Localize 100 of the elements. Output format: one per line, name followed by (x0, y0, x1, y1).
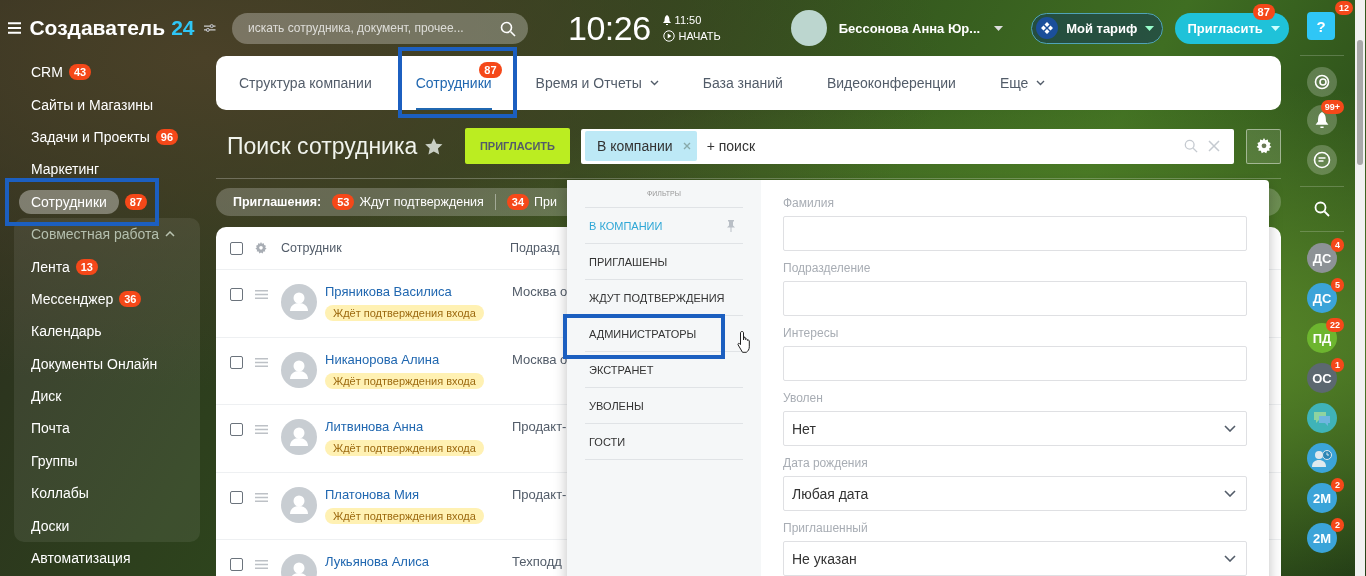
copilot-button[interactable] (1307, 67, 1337, 97)
search-icon[interactable] (500, 20, 516, 37)
count-badge: 2 (1331, 518, 1344, 532)
sidebar-item[interactable]: Коллабы (31, 485, 89, 502)
tab[interactable]: Время и Отчеты (535, 56, 659, 110)
drag-handle-icon[interactable] (255, 357, 268, 367)
count-badge: 87 (479, 62, 502, 78)
sidebar-item[interactable]: Календарь (31, 323, 102, 340)
field-label: Приглашенный (783, 521, 869, 535)
count-badge: 13 (75, 258, 98, 275)
drag-handle-icon[interactable] (255, 290, 268, 299)
count-badge: 99+ (1320, 100, 1344, 114)
tab[interactable]: Структура компании (239, 56, 372, 110)
caret-icon (1270, 25, 1280, 31)
sidebar-item[interactable]: Группы (31, 452, 78, 469)
input-field[interactable] (783, 216, 1247, 251)
chevron-down-icon (1224, 490, 1236, 497)
input-field[interactable] (783, 346, 1247, 381)
employee-name-link[interactable]: Пряникова Василиса (325, 284, 452, 299)
sliders-icon[interactable] (204, 23, 216, 33)
status-tag: Ждёт подтверждения входа (325, 372, 484, 389)
select-field[interactable]: Не указан (783, 541, 1247, 576)
column-header[interactable]: Сотрудник (281, 241, 510, 255)
count-badge: 87 (124, 193, 148, 210)
field-label: Подразделение (783, 261, 872, 275)
checkbox[interactable] (230, 355, 243, 369)
sidebar-item[interactable]: Сайты и Магазины (31, 96, 153, 113)
status-tag: Ждёт подтверждения входа (325, 507, 484, 524)
settings-icon (1255, 138, 1272, 154)
logo-text: Создаватель (29, 16, 166, 40)
filter-preset[interactable]: АДМИНИСТРАТОРЫ (589, 327, 697, 340)
status-tag: Ждёт подтверждения входа (325, 305, 484, 321)
select-field[interactable]: Любая дата (783, 476, 1247, 511)
sidebar-item[interactable]: Маркетинг (31, 161, 100, 178)
checkbox[interactable] (230, 241, 243, 255)
person-clock-icon[interactable] (1307, 443, 1337, 473)
user-name[interactable]: Бессонова Анна Юр... (838, 20, 981, 36)
checkbox[interactable] (230, 423, 243, 436)
user-avatar-icon (281, 351, 317, 388)
caret-icon[interactable] (994, 25, 1004, 31)
sidebar-item[interactable]: Задачи и Проекты (31, 128, 150, 145)
drag-handle-icon[interactable] (255, 492, 268, 502)
sidebar-item[interactable]: Диск (31, 388, 62, 405)
sidebar-item[interactable]: Доски (31, 517, 70, 534)
search-icon[interactable] (1314, 201, 1330, 217)
chat-button[interactable] (1307, 145, 1337, 175)
sidebar-item[interactable]: Сотрудники (19, 189, 119, 214)
drag-handle-icon[interactable] (255, 425, 268, 434)
filter-preset[interactable]: УВОЛЕНЫ (589, 399, 644, 412)
sidebar-item[interactable]: Документы Онлайн (31, 355, 158, 372)
scrollbar[interactable] (1355, 0, 1365, 576)
tab[interactable]: Еще (999, 56, 1046, 110)
select-field[interactable]: Нет (783, 411, 1247, 446)
invitation-filter[interactable]: При (534, 195, 557, 209)
count-badge: 2 (1331, 478, 1344, 492)
sidebar-item[interactable]: Мессенджер (31, 290, 114, 307)
star-icon[interactable] (425, 137, 443, 155)
column-header[interactable]: Подразд (510, 241, 560, 255)
group-chat-icon[interactable] (1307, 403, 1337, 433)
chevron-icon[interactable] (165, 231, 176, 238)
tab[interactable]: База знаний (702, 56, 783, 110)
count-badge: 53 (332, 194, 355, 210)
tab[interactable]: Видеоконференции (826, 56, 956, 110)
sidebar-group[interactable]: Совместная работа (31, 226, 160, 243)
sidebar-item[interactable]: Автоматизация (31, 550, 131, 567)
tariff-button[interactable]: Мой тариф (1031, 12, 1164, 44)
add-search-text[interactable]: + поиск (706, 138, 1175, 154)
count-badge: 22 (1326, 318, 1344, 332)
employee-name-link[interactable]: Никанорова Алина (325, 351, 440, 367)
settings-button[interactable] (1246, 128, 1281, 164)
invite-button[interactable]: ПРИГЛАСИТЬ (464, 128, 570, 164)
count-badge: 5 (1331, 278, 1344, 292)
input-field[interactable] (783, 281, 1247, 316)
drag-handle-icon[interactable] (255, 560, 268, 569)
filter-preset[interactable]: ГОСТИ (589, 435, 626, 448)
checkbox[interactable] (230, 288, 243, 301)
avatar-circle[interactable] (790, 10, 827, 46)
filter-preset[interactable]: ЭКСТРАНЕТ (589, 363, 654, 376)
checkbox[interactable] (230, 558, 243, 571)
start-button[interactable]: НАЧАТЬ (662, 30, 721, 42)
sidebar-item[interactable]: Лента (31, 258, 70, 275)
filter-preset[interactable]: ЖДУТ ПОДТВЕРЖДЕНИЯ (589, 291, 725, 304)
field-label: Интересы (783, 326, 840, 340)
status-tag: Ждёт подтверждения входа (325, 440, 484, 456)
filter-preset[interactable]: ПРИГЛАШЕНЫ (589, 255, 668, 268)
employee-name-link[interactable]: Литвинова Анна (325, 419, 424, 434)
invitation-filter[interactable]: Ждут подтверждения (359, 195, 484, 209)
field-label: Уволен (783, 391, 824, 405)
filter-field[interactable]: В компании + поиск (580, 128, 1235, 164)
invitations-label: Приглашения: (233, 195, 322, 209)
sidebar-item[interactable]: CRM (31, 64, 63, 81)
sidebar-item[interactable]: Почта (31, 420, 70, 437)
count-badge: 43 (68, 64, 92, 81)
menu-icon[interactable] (8, 22, 22, 34)
alarm-time: 11:50 (674, 14, 702, 26)
checkbox[interactable] (230, 490, 243, 504)
employee-name-link[interactable]: Лукьянова Алиса (325, 554, 429, 569)
employee-name-link[interactable]: Платонова Мия (325, 486, 420, 502)
filter-chip[interactable]: В компании (584, 131, 697, 161)
caret-icon (1145, 25, 1155, 31)
